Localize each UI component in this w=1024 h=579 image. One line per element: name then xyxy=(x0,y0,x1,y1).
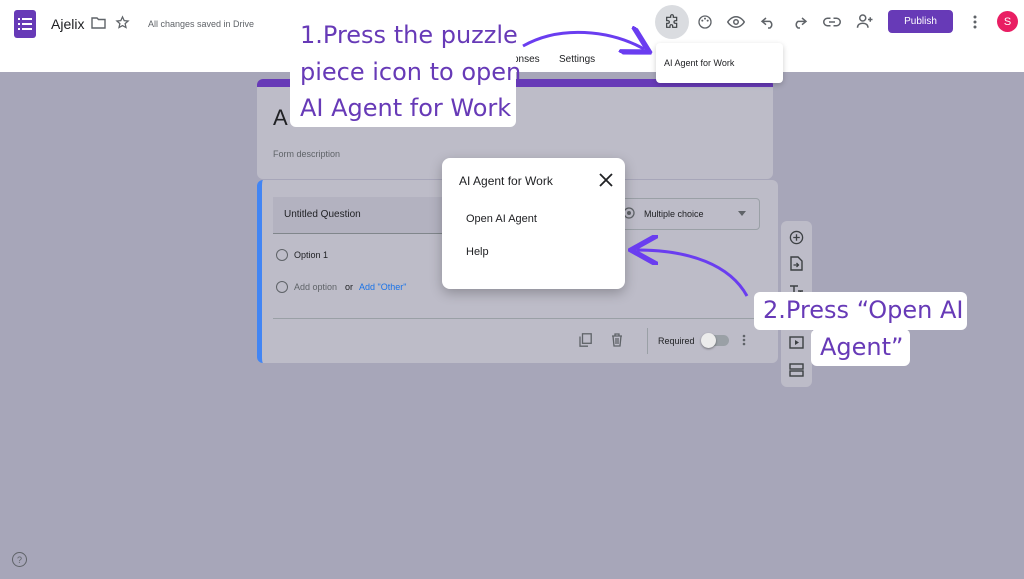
help-icon[interactable]: ? xyxy=(12,552,27,567)
arrow-annotation-icon xyxy=(522,0,749,297)
